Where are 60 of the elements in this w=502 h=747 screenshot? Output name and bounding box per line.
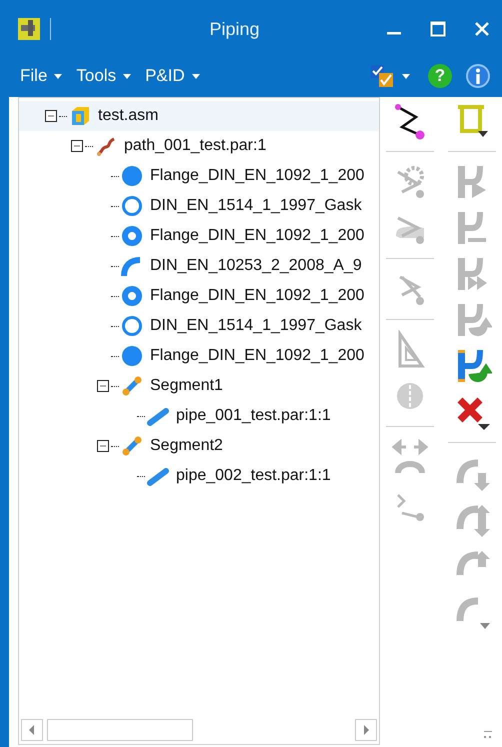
tree-item-label: DIN_EN_1514_1_1997_Gask bbox=[150, 197, 362, 215]
tree-item[interactable]: DIN_EN_10253_2_2008_A_9 bbox=[19, 251, 379, 281]
cube-icon bbox=[69, 105, 91, 127]
window-title: Piping bbox=[208, 18, 261, 40]
tree-item-label: pipe_001_test.par:1:1 bbox=[176, 407, 331, 425]
tree-item[interactable]: Segment2 bbox=[19, 431, 379, 461]
scroll-right-icon[interactable] bbox=[355, 719, 377, 741]
close-icon[interactable] bbox=[474, 21, 490, 37]
menu-item[interactable]: Tools bbox=[70, 66, 140, 86]
tree-item[interactable]: Flange_DIN_EN_1092_1_200 bbox=[19, 161, 379, 191]
collapse-icon[interactable] bbox=[45, 110, 57, 122]
caret-icon bbox=[54, 74, 62, 78]
tree-item[interactable]: Flange_DIN_EN_1092_1_200 bbox=[19, 221, 379, 251]
ring-icon bbox=[121, 225, 143, 247]
tree-item[interactable]: Flange_DIN_EN_1092_1_200 bbox=[19, 341, 379, 371]
tree-item[interactable]: test.asm bbox=[19, 101, 379, 131]
app-logo-icon bbox=[18, 18, 40, 40]
pipe-segment-icon bbox=[121, 375, 143, 397]
pipe-icon bbox=[147, 465, 169, 487]
tree-item-label: DIN_EN_1514_1_1997_Gask bbox=[150, 317, 362, 335]
tree-item-label: Flange_DIN_EN_1092_1_200 bbox=[150, 167, 364, 185]
ring-icon bbox=[121, 285, 143, 307]
elbow-icon bbox=[121, 255, 143, 277]
tree-item[interactable]: pipe_002_test.par:1:1 bbox=[19, 461, 379, 491]
caret-icon[interactable] bbox=[402, 74, 410, 78]
ring-icon bbox=[121, 315, 143, 337]
tree-item-label: Segment2 bbox=[150, 437, 223, 455]
ring-icon bbox=[121, 195, 143, 217]
tree-item-label: Segment1 bbox=[150, 377, 223, 395]
tree-item-label: test.asm bbox=[98, 107, 158, 125]
caret-icon bbox=[123, 74, 132, 78]
collapse-icon[interactable] bbox=[71, 140, 83, 152]
tree-item[interactable]: Segment1 bbox=[19, 371, 379, 401]
tree-item[interactable]: DIN_EN_1514_1_1997_Gask bbox=[19, 191, 379, 221]
collapse-icon[interactable] bbox=[97, 380, 109, 392]
scroll-left-icon[interactable] bbox=[21, 719, 43, 741]
scrollbar-thumb[interactable] bbox=[47, 719, 193, 741]
maximize-icon[interactable] bbox=[430, 21, 446, 37]
tree-item-label: pipe_002_test.par:1:1 bbox=[176, 467, 331, 485]
tree-item[interactable]: Flange_DIN_EN_1092_1_200 bbox=[19, 281, 379, 311]
tree-item[interactable]: path_001_test.par:1 bbox=[19, 131, 379, 161]
tree-item[interactable]: DIN_EN_1514_1_1997_Gask bbox=[19, 311, 379, 341]
disc-icon bbox=[121, 165, 143, 187]
tree-item-label: Flange_DIN_EN_1092_1_200 bbox=[150, 227, 364, 245]
menu-item[interactable]: P&ID bbox=[139, 66, 208, 86]
checkbox-options-icon[interactable] bbox=[370, 64, 394, 88]
tree-item[interactable]: pipe_001_test.par:1:1 bbox=[19, 401, 379, 431]
tree-item-label: Flange_DIN_EN_1092_1_200 bbox=[150, 287, 364, 305]
menu-item[interactable]: File bbox=[14, 66, 70, 86]
tree-item-label: DIN_EN_10253_2_2008_A_9 bbox=[150, 257, 362, 275]
pipe-segment-icon bbox=[121, 435, 143, 457]
grip-icon[interactable] bbox=[484, 731, 492, 739]
info-icon[interactable] bbox=[466, 64, 490, 88]
tree-item-label: Flange_DIN_EN_1092_1_200 bbox=[150, 347, 364, 365]
disc-icon bbox=[121, 345, 143, 367]
tree-item-label: path_001_test.par:1 bbox=[124, 137, 266, 155]
caret-icon bbox=[192, 74, 200, 78]
pipe-icon bbox=[147, 405, 169, 427]
collapse-icon[interactable] bbox=[97, 440, 109, 452]
route-icon bbox=[95, 135, 117, 157]
